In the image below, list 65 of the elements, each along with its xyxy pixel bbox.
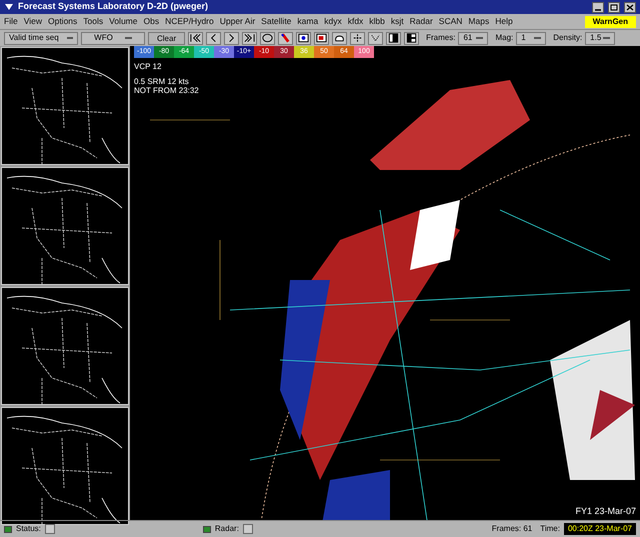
minimize-button[interactable] — [592, 2, 604, 12]
status-light-icon — [4, 526, 12, 532]
toolbar-button[interactable] — [242, 32, 258, 44]
close-button[interactable] — [624, 2, 636, 12]
menu-item[interactable]: Upper Air — [220, 15, 256, 28]
menu-item[interactable]: kama — [297, 15, 318, 28]
menu-item[interactable]: File — [4, 15, 18, 28]
loop-icon — [261, 32, 274, 44]
dropdown-icon — [4, 3, 14, 11]
toolbar-button[interactable] — [386, 32, 402, 44]
menu-item[interactable]: Tools — [83, 15, 104, 28]
time-label: Time: — [540, 523, 560, 535]
maximize-button[interactable] — [608, 2, 620, 12]
toolbar-button[interactable] — [260, 32, 276, 44]
toolbar-button[interactable] — [206, 32, 222, 44]
time-value: 00:20Z 23-Mar-07 — [564, 523, 636, 535]
close-icon — [626, 4, 634, 10]
status-label: Status: — [16, 523, 41, 535]
clear-button[interactable]: Clear — [148, 32, 186, 44]
panel-icon — [405, 32, 418, 44]
toolbar-button[interactable] — [350, 32, 366, 44]
dropdown[interactable]: 1.5 — [585, 32, 616, 44]
overlay-text: 0.5 SRM 12 kts — [134, 77, 190, 86]
status-label: Radar: — [214, 523, 239, 535]
menu-item[interactable]: View — [24, 15, 42, 28]
menu-item[interactable]: Radar — [410, 15, 433, 28]
dropdown[interactable]: Valid time seq — [4, 32, 78, 44]
menu-item[interactable]: NCEP/Hydro — [165, 15, 214, 28]
field-label: Mag: — [495, 32, 514, 44]
image-icon — [315, 32, 328, 44]
menu-item[interactable]: kdyx — [324, 15, 342, 28]
overlay-text: VCP 12 — [134, 62, 162, 71]
menu-item[interactable]: Satellite — [261, 15, 292, 28]
status-button[interactable] — [242, 524, 253, 534]
window-title: Forecast Systems Laboratory D-2D (pweger) — [18, 0, 210, 14]
paint-icon — [279, 32, 292, 44]
first-frame-icon — [189, 32, 202, 44]
menu-item[interactable]: Options — [48, 15, 78, 28]
status-button[interactable] — [44, 524, 55, 534]
status-light-icon — [202, 526, 211, 532]
toolbar-button[interactable] — [224, 32, 240, 44]
menu-item[interactable]: Maps — [468, 15, 490, 28]
menu-item[interactable]: klbb — [369, 15, 385, 28]
field-label: Frames: — [426, 32, 456, 44]
dropdown[interactable]: WFO — [81, 32, 145, 44]
toolbar-button[interactable] — [404, 32, 420, 44]
menu-item[interactable]: kfdx — [348, 15, 364, 28]
menu-item[interactable]: Volume — [109, 15, 138, 28]
toolbar-button[interactable] — [296, 32, 312, 44]
frames-count: Frames: 61 — [492, 523, 532, 535]
toolbar-button[interactable] — [188, 32, 204, 44]
toolbar-button[interactable] — [314, 32, 330, 44]
last-frame-icon — [243, 32, 256, 44]
menu-item[interactable]: SCAN — [438, 15, 462, 28]
field-label: Density: — [553, 32, 582, 44]
maximize-icon — [610, 4, 618, 10]
panel-icon — [387, 32, 400, 44]
menu-item[interactable]: Obs — [143, 15, 160, 28]
dropdown[interactable]: 1 — [516, 32, 546, 44]
warngen-button[interactable]: WarnGen — [584, 16, 636, 28]
image-icon — [297, 32, 310, 44]
menu-item[interactable]: Help — [495, 15, 513, 28]
dropdown[interactable]: 61 — [458, 32, 488, 44]
menu-item[interactable]: ksjt — [390, 15, 404, 28]
overlay-text: NOT FROM 23:32 — [134, 86, 199, 95]
